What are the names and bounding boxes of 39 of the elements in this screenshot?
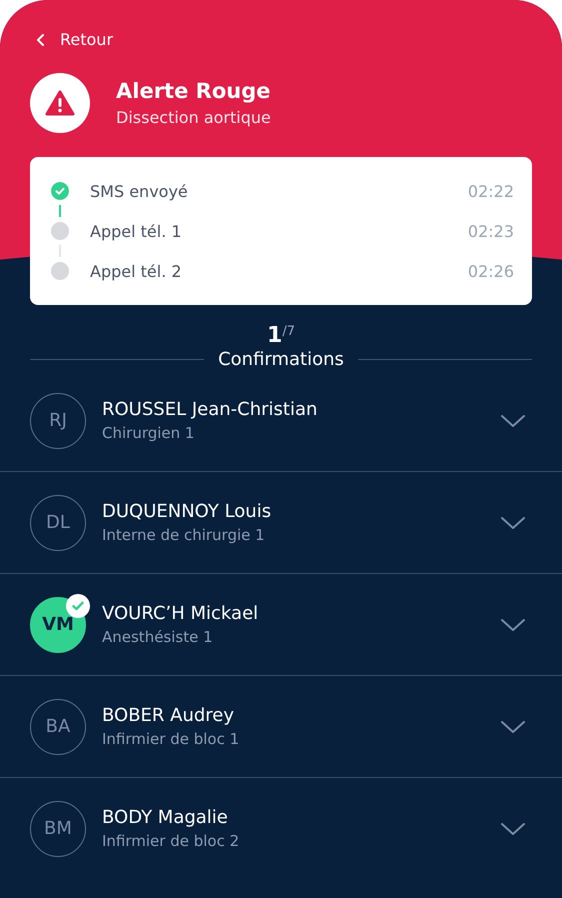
member-name: ROUSSEL Jean-Christian	[102, 399, 318, 420]
member-role: Anesthésiste 1	[102, 628, 214, 646]
alert-title: Alerte Rouge	[116, 79, 271, 103]
avatar: DL	[30, 494, 86, 550]
member-role: Infirmier de bloc 1	[102, 730, 240, 748]
chevron-down-icon[interactable]	[500, 516, 526, 530]
confirmation-count: 1	[267, 323, 282, 348]
member-name: DUQUENNOY Louis	[102, 501, 272, 522]
chevron-down-icon[interactable]	[500, 618, 526, 632]
member-role: Interne de chirurgie 1	[102, 526, 266, 544]
avatar: BA	[30, 698, 86, 754]
step-label: SMS envoyé	[90, 182, 189, 200]
alert-subtitle: Dissection aortique	[116, 108, 271, 127]
member-name: BODY Magalie	[102, 807, 229, 828]
chevron-down-icon[interactable]	[500, 720, 526, 734]
warning-icon	[45, 90, 75, 116]
member-row[interactable]: VM VOURC’H Mickael Anesthésiste 1	[0, 574, 562, 676]
member-row[interactable]: BM BODY Magalie Infirmier de bloc 2	[0, 778, 562, 879]
step-label: Appel tél. 2	[90, 262, 183, 280]
step-label: Appel tél. 1	[90, 222, 183, 240]
confirmations-heading: Confirmations	[218, 349, 344, 370]
check-icon	[66, 594, 90, 618]
member-row[interactable]: BA BOBER Audrey Infirmier de bloc 1	[0, 676, 562, 778]
step-time: 02:23	[468, 222, 514, 240]
member-name: VOURC’H Mickael	[102, 603, 260, 624]
avatar: BM	[30, 800, 86, 856]
chevron-down-icon[interactable]	[500, 414, 526, 428]
back-icon	[36, 32, 46, 46]
confirmation-total: /7	[282, 324, 295, 339]
member-role: Chirurgien 1	[102, 424, 196, 442]
back-button[interactable]: Retour	[32, 28, 118, 51]
step-time: 02:26	[468, 262, 514, 280]
member-row[interactable]: RJ ROUSSEL Jean-Christian Chirurgien 1	[0, 370, 562, 472]
member-role: Infirmier de bloc 2	[102, 832, 240, 850]
chevron-down-icon[interactable]	[500, 822, 526, 836]
avatar: RJ	[30, 392, 86, 448]
member-name: BOBER Audrey	[102, 705, 236, 726]
step-time: 02:22	[468, 182, 514, 200]
member-row[interactable]: DL DUQUENNOY Louis Interne de chirurgie 1	[0, 472, 562, 574]
